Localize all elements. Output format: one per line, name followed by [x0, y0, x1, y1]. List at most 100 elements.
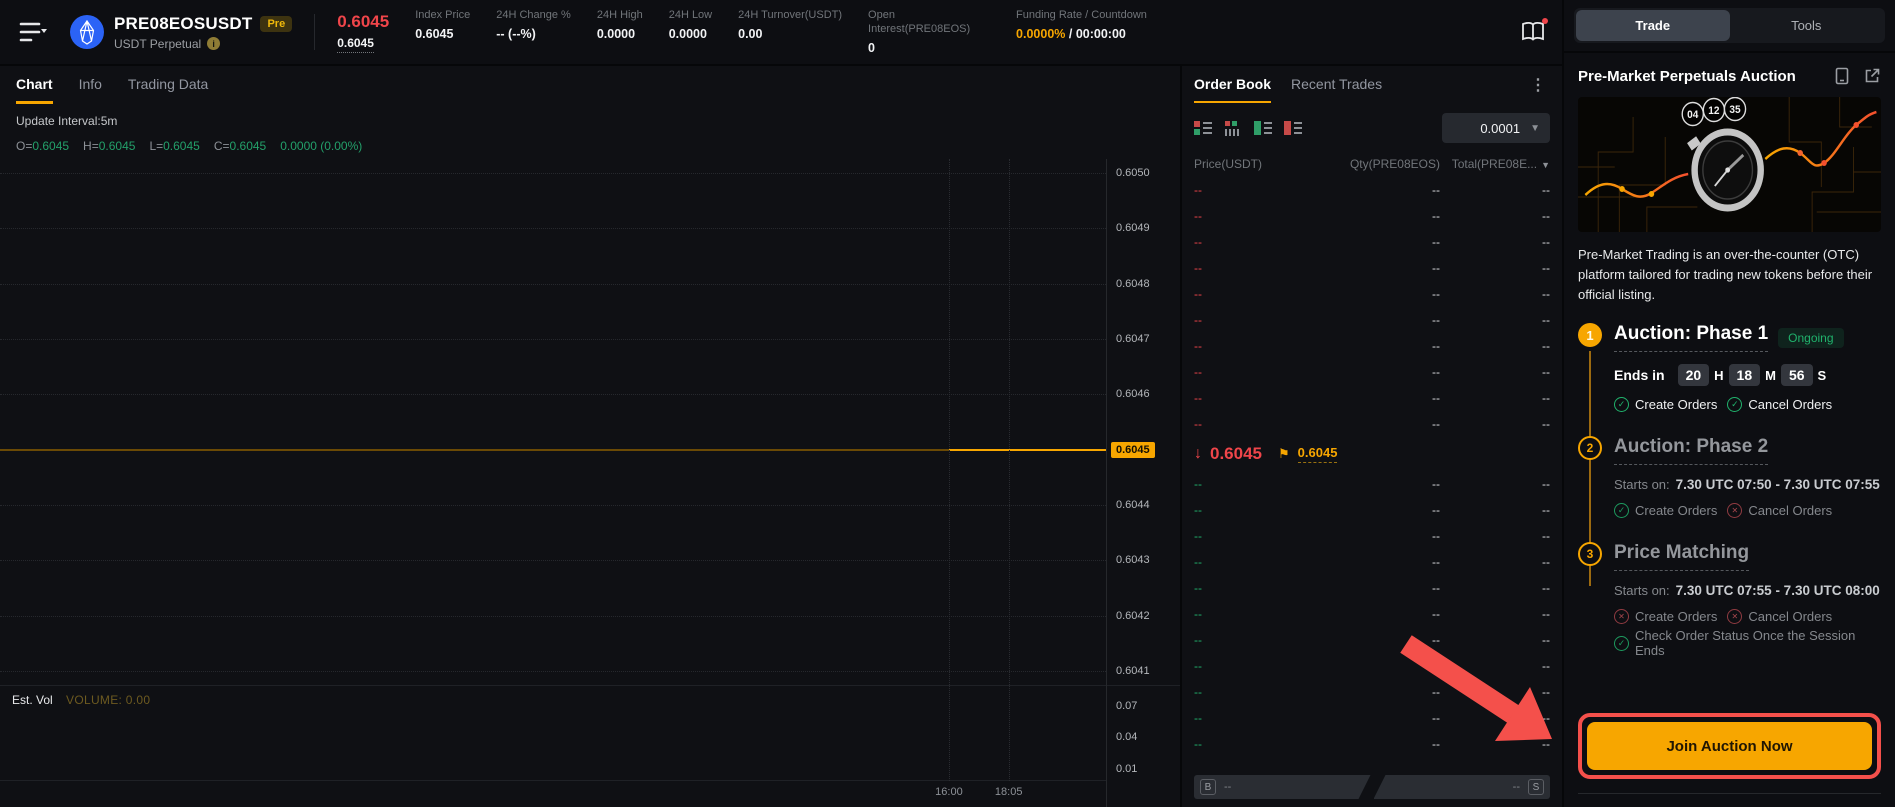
bid-qty: -- — [1312, 477, 1440, 491]
ask-total: -- — [1440, 261, 1550, 275]
orderbook-guide-icon[interactable] — [1520, 20, 1546, 44]
permission-icon — [1727, 609, 1742, 624]
ask-row[interactable]: -- -- -- — [1194, 333, 1550, 359]
ask-price: -- — [1194, 209, 1312, 223]
bid-total: -- — [1440, 737, 1550, 751]
ask-total: -- — [1440, 183, 1550, 197]
join-auction-button[interactable]: Join Auction Now — [1587, 722, 1872, 770]
sell-depth-value: -- — [1513, 781, 1520, 793]
bid-row[interactable]: -- -- -- — [1194, 705, 1550, 731]
sell-depth-bar[interactable]: -- S — [1374, 775, 1551, 799]
market-selector-menu-icon[interactable] — [18, 19, 48, 45]
price-block: 0.6045 0.6045 — [337, 12, 389, 53]
phase-3-number: 3 — [1578, 542, 1602, 566]
permission-label: Cancel Orders — [1748, 397, 1832, 412]
chart-tab[interactable]: Chart — [16, 76, 53, 104]
stat-label: Funding Rate / Countdown — [1016, 9, 1147, 23]
bid-row[interactable]: -- -- -- — [1194, 575, 1550, 601]
bid-row[interactable]: -- -- -- — [1194, 627, 1550, 653]
chart-tab[interactable]: Info — [79, 76, 102, 104]
bid-row[interactable]: -- -- -- — [1194, 523, 1550, 549]
stat-value: 0.0000 — [597, 27, 643, 41]
ask-qty: -- — [1312, 313, 1440, 327]
volume-tick-label: 0.07 — [1116, 700, 1137, 712]
ask-row[interactable]: -- -- -- — [1194, 229, 1550, 255]
bid-row[interactable]: -- -- -- — [1194, 601, 1550, 627]
ohlc-item: O=0.6045 — [16, 139, 69, 153]
bid-total: -- — [1440, 633, 1550, 647]
col-total[interactable]: Total(PRE08E...▼ — [1440, 157, 1550, 171]
chart-panel: ChartInfoTrading Data Update Interval:5m… — [0, 66, 1180, 807]
countdown-unit: H — [1714, 368, 1723, 383]
time-axis[interactable]: 16:0018:05 — [0, 781, 1106, 807]
ohlc-item: C=0.6045 — [214, 139, 266, 153]
bid-price: -- — [1194, 555, 1312, 569]
orderbook-tab[interactable]: Order Book — [1194, 76, 1271, 103]
bid-row[interactable]: -- -- -- — [1194, 731, 1550, 757]
ask-row[interactable]: -- -- -- — [1194, 203, 1550, 229]
price-line-bright-segment — [949, 449, 1106, 451]
chart-axes: 0.60500.60490.60480.60470.60460.60450.60… — [1106, 159, 1180, 807]
price-axis[interactable]: 0.60500.60490.60480.60470.60460.60450.60… — [1107, 159, 1180, 685]
symbol-block: PRE08EOSUSDT Pre USDT Perpetual i — [114, 14, 292, 51]
bid-total: -- — [1440, 503, 1550, 517]
header-stat: 24H Turnover(USDT) 0.00 — [738, 9, 842, 41]
ask-row[interactable]: -- -- -- — [1194, 411, 1550, 437]
bid-row[interactable]: -- -- -- — [1194, 653, 1550, 679]
bid-price: -- — [1194, 477, 1312, 491]
chevron-down-icon: ▼ — [1530, 123, 1540, 134]
orderbook-more-icon[interactable]: ⋮ — [1526, 76, 1550, 96]
buy-depth-bar[interactable]: B -- — [1194, 775, 1371, 799]
orderbook-panel: Order Book Recent Trades ⋮ — [1182, 66, 1562, 807]
left-group: PRE08EOSUSDT Pre USDT Perpetual i 0.6045… — [0, 0, 1562, 807]
stat-label: Index Price — [415, 9, 470, 23]
phase-2: 2 Auction: Phase 2 Starts on:7.30 UTC 07… — [1578, 436, 1881, 518]
bid-row[interactable]: -- -- -- — [1194, 497, 1550, 523]
starts-on-label: Starts on: — [1614, 583, 1670, 598]
bid-row[interactable]: -- -- -- — [1194, 679, 1550, 705]
view-depth-icon[interactable] — [1224, 120, 1242, 136]
panel-tab[interactable]: Tools — [1730, 10, 1884, 41]
contract-doc-icon[interactable] — [1833, 67, 1851, 85]
ask-price: -- — [1194, 365, 1312, 379]
view-both-sides-icon[interactable] — [1194, 120, 1212, 136]
mark-price[interactable]: 0.6045 — [337, 36, 374, 53]
stat-value: 0.0000% / 00:00:00 — [1016, 27, 1147, 41]
panel-tab[interactable]: Trade — [1576, 10, 1730, 41]
bid-qty: -- — [1312, 659, 1440, 673]
app-root: PRE08EOSUSDT Pre USDT Perpetual i 0.6045… — [0, 0, 1895, 807]
bid-price: -- — [1194, 581, 1312, 595]
ask-row[interactable]: -- -- -- — [1194, 255, 1550, 281]
ohlc-row: O=0.6045H=0.6045L=0.6045C=0.60450.0000 (… — [0, 130, 1180, 155]
volume-axis[interactable]: 0.070.040.01 — [1107, 685, 1180, 781]
ask-qty: -- — [1312, 261, 1440, 275]
chart-tab[interactable]: Trading Data — [128, 76, 208, 104]
price-chart[interactable] — [0, 159, 1106, 685]
ask-row[interactable]: -- -- -- — [1194, 385, 1550, 411]
tick-size-select[interactable]: 0.0001 ▼ — [1442, 113, 1550, 143]
ask-row[interactable]: -- -- -- — [1194, 177, 1550, 203]
ob-mark-price[interactable]: 0.6045 — [1298, 445, 1338, 463]
ask-total: -- — [1440, 365, 1550, 379]
chart-tabs: Chart Info Trading Data — [0, 76, 1180, 104]
bid-price: -- — [1194, 737, 1312, 751]
volume-pane[interactable]: Est. Vol VOLUME: 0.00 — [0, 685, 1106, 781]
price-tick-label: 0.6048 — [1116, 278, 1150, 290]
bid-row[interactable]: -- -- -- — [1194, 549, 1550, 575]
phase-3: 3 Price Matching Starts on:7.30 UTC 07:5… — [1578, 542, 1881, 658]
price-tick-label: 0.6050 — [1116, 167, 1150, 179]
ask-qty: -- — [1312, 417, 1440, 431]
bid-row[interactable]: -- -- -- — [1194, 471, 1550, 497]
view-asks-only-icon[interactable] — [1284, 120, 1302, 136]
bid-qty: -- — [1312, 581, 1440, 595]
symbol-name[interactable]: PRE08EOSUSDT — [114, 14, 252, 34]
orderbook-column-headers: Price(USDT) Qty(PRE08EOS) Total(PRE08E..… — [1194, 157, 1550, 171]
view-bids-only-icon[interactable] — [1254, 120, 1272, 136]
chart-body: Est. Vol VOLUME: 0.00 16:0018:05 0.60500… — [0, 159, 1180, 807]
external-link-icon[interactable] — [1863, 67, 1881, 85]
ask-row[interactable]: -- -- -- — [1194, 359, 1550, 385]
info-icon[interactable]: i — [207, 37, 220, 50]
ask-row[interactable]: -- -- -- — [1194, 307, 1550, 333]
ask-row[interactable]: -- -- -- — [1194, 281, 1550, 307]
orderbook-tab[interactable]: Recent Trades — [1291, 76, 1382, 103]
